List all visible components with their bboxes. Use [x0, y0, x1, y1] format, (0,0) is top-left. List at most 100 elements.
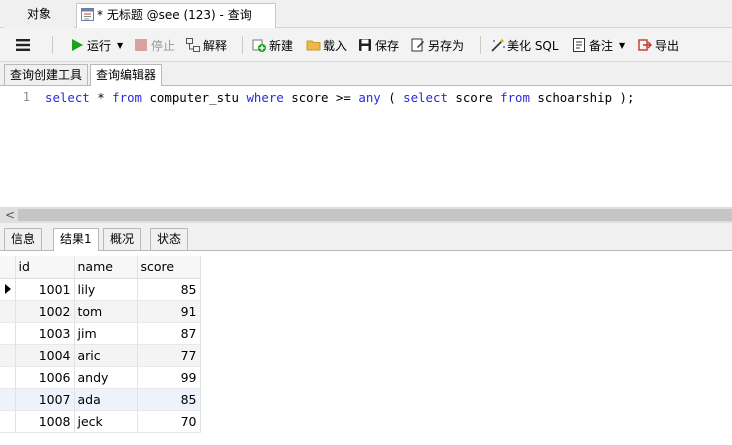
column-header-score[interactable]: score	[137, 256, 201, 279]
tab-query-builder[interactable]: 查询创建工具	[4, 64, 89, 86]
chevron-down-icon[interactable]: ▼	[619, 41, 625, 50]
explain-button[interactable]: 解释	[186, 28, 227, 62]
sql-text: score >=	[283, 90, 359, 105]
row-indicator	[0, 388, 16, 411]
stop-button[interactable]: 停止	[134, 28, 175, 62]
table-row[interactable]: 1004 aric 77	[0, 344, 201, 367]
row-indicator-header	[0, 256, 16, 279]
tab-profile[interactable]: 概况	[103, 228, 142, 251]
result-table: id name score 1001 lily 85 1002 tom 91 1…	[0, 256, 201, 433]
save-as-button[interactable]: 另存为	[411, 28, 464, 62]
menu-button[interactable]	[16, 28, 30, 62]
note-label: 备注	[589, 38, 614, 53]
save-button[interactable]: 保存	[358, 28, 399, 62]
table-row[interactable]: 1008 jeck 70	[0, 410, 201, 433]
cell-score[interactable]: 85	[137, 388, 201, 411]
run-button[interactable]: 运行 ▼	[70, 28, 123, 62]
cell-score[interactable]: 77	[137, 344, 201, 367]
cell-id[interactable]: 1002	[15, 300, 75, 323]
note-button[interactable]: 备注 ▼	[572, 28, 625, 62]
cell-name[interactable]: jim	[74, 322, 138, 345]
cell-id[interactable]: 1008	[15, 410, 75, 433]
line-number-gutter: 1	[0, 86, 34, 207]
sql-keyword: from	[112, 90, 142, 105]
cell-id[interactable]: 1004	[15, 344, 75, 367]
cell-score[interactable]: 99	[137, 366, 201, 389]
folder-icon	[306, 38, 321, 52]
load-button[interactable]: 载入	[306, 28, 347, 62]
cell-name[interactable]: jeck	[74, 410, 138, 433]
cell-id[interactable]: 1007	[15, 388, 75, 411]
row-indicator	[0, 322, 16, 345]
save-as-label: 另存为	[428, 38, 465, 53]
cell-id[interactable]: 1006	[15, 366, 75, 389]
beautify-sql-label: 美化 SQL	[507, 38, 559, 53]
run-label: 运行	[87, 38, 112, 53]
cell-id[interactable]: 1003	[15, 322, 75, 345]
table-header-row: id name score	[0, 256, 201, 279]
tab-result1[interactable]: 结果1	[53, 228, 99, 252]
sql-text: schoarship );	[529, 90, 635, 105]
explain-icon	[186, 38, 200, 52]
row-indicator	[0, 344, 16, 367]
cell-name[interactable]: lily	[74, 278, 138, 301]
magic-wand-icon	[490, 38, 505, 52]
row-indicator	[0, 410, 16, 433]
hamburger-icon	[16, 39, 30, 51]
cell-name[interactable]: andy	[74, 366, 138, 389]
cell-score[interactable]: 91	[137, 300, 201, 323]
cell-name[interactable]: tom	[74, 300, 138, 323]
sql-text: (	[380, 90, 404, 105]
window-tab-bar: 对象 * 无标题 @see (123) - 查询	[0, 0, 732, 28]
export-label: 导出	[655, 38, 680, 53]
tab-objects[interactable]: 对象	[4, 3, 74, 28]
sql-text: *	[89, 90, 113, 105]
tab-info[interactable]: 信息	[4, 228, 43, 251]
table-row[interactable]: 1007 ada 85	[0, 388, 201, 411]
current-row-pointer-icon	[0, 278, 16, 301]
new-label: 新建	[269, 38, 294, 53]
cell-name[interactable]: ada	[74, 388, 138, 411]
cell-score[interactable]: 85	[137, 278, 201, 301]
load-label: 载入	[323, 38, 348, 53]
cell-score[interactable]: 87	[137, 322, 201, 345]
tab-status[interactable]: 状态	[150, 228, 189, 251]
column-header-id[interactable]: id	[15, 256, 75, 279]
beautify-sql-button[interactable]: 美化 SQL	[490, 28, 559, 62]
save-icon	[358, 38, 372, 52]
export-icon	[638, 38, 652, 52]
play-icon	[70, 38, 84, 52]
table-row[interactable]: 1003 jim 87	[0, 322, 201, 345]
editor-tab-bar: 查询创建工具 查询编辑器	[0, 62, 732, 87]
table-row[interactable]: 1001 lily 85	[0, 278, 201, 301]
scroll-left-arrow-icon[interactable]: <	[2, 207, 18, 223]
toolbar: 运行 ▼ 停止 解释 新建 载入 保存 另存为 美化 SQL 备注 ▼ 导出	[0, 28, 732, 62]
export-button[interactable]: 导出	[638, 28, 679, 62]
save-as-icon	[411, 38, 425, 52]
sql-keyword: where	[246, 90, 284, 105]
cell-name[interactable]: aric	[74, 344, 138, 367]
stop-label: 停止	[151, 38, 176, 53]
sql-code-line[interactable]: select * from computer_stu where score >…	[45, 90, 634, 106]
table-row[interactable]: 1006 andy 99	[0, 366, 201, 389]
scrollbar-thumb[interactable]	[18, 209, 732, 221]
note-icon	[572, 38, 586, 52]
cell-id[interactable]: 1001	[15, 278, 75, 301]
new-query-icon	[252, 38, 266, 52]
new-button[interactable]: 新建	[252, 28, 293, 62]
table-row[interactable]: 1002 tom 91	[0, 300, 201, 323]
sql-keyword: select	[45, 90, 90, 105]
row-indicator	[0, 366, 16, 389]
tab-query[interactable]: * 无标题 @see (123) - 查询	[76, 3, 276, 28]
save-label: 保存	[375, 38, 400, 53]
explain-label: 解释	[203, 38, 228, 53]
sql-keyword: from	[500, 90, 530, 105]
sql-text: score	[447, 90, 501, 105]
tab-query-editor[interactable]: 查询编辑器	[90, 64, 163, 87]
column-header-name[interactable]: name	[74, 256, 138, 279]
cell-score[interactable]: 70	[137, 410, 201, 433]
tab-query-label: * 无标题 @see (123) - 查询	[97, 8, 252, 22]
line-number: 1	[22, 90, 30, 104]
chevron-down-icon[interactable]: ▼	[117, 41, 123, 50]
result-tab-bar: 信息 结果1 概况 状态	[0, 223, 732, 252]
